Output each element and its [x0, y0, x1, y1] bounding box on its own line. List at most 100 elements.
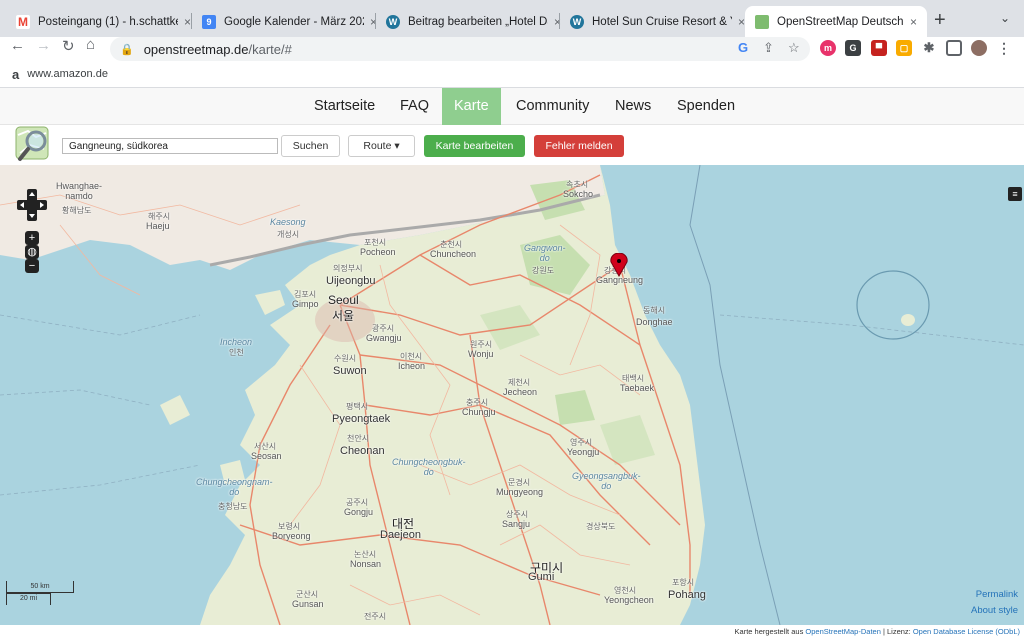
extension-icon[interactable]: G	[845, 40, 861, 56]
layers-icon[interactable]: ≡	[1008, 187, 1022, 201]
home-icon[interactable]: ⌂	[86, 36, 95, 53]
about-style-link[interactable]: About style	[971, 605, 1018, 616]
close-tab-icon[interactable]: ×	[738, 15, 745, 29]
map-label: Taebaek	[620, 383, 655, 393]
tab-title: OpenStreetMap Deutschland	[777, 15, 904, 28]
map-label: 전주시	[364, 612, 387, 621]
map-label: Incheon	[220, 337, 253, 347]
extension-icon[interactable]: m	[820, 40, 836, 56]
site-navigation: Startseite FAQ Karte Community News Spen…	[0, 88, 1024, 125]
map-label: Gumi	[528, 571, 555, 583]
map-view[interactable]: Hwanghae- namdo 황해남도 해주시 Haeju Kaesong 개…	[0, 165, 1024, 625]
map-label: 개성시	[277, 230, 300, 239]
report-error-button[interactable]: Fehler melden	[534, 135, 624, 157]
edit-map-button[interactable]: Karte bearbeiten	[424, 135, 525, 157]
tab-wordpress-1[interactable]: W Beitrag bearbeiten „Hotel Da ×	[376, 6, 571, 37]
map-label: Yeongju	[567, 447, 600, 457]
nav-spenden[interactable]: Spenden	[665, 88, 747, 125]
extension-icon[interactable]: ▀	[871, 40, 887, 56]
search-input[interactable]	[62, 138, 278, 154]
map-label: Gimpo	[292, 299, 319, 309]
nav-karte[interactable]: Karte	[442, 88, 501, 125]
map-label: Yeongcheon	[604, 595, 654, 605]
tab-title: Posteingang (1) - h.schattke	[38, 15, 178, 28]
close-tab-icon[interactable]: ×	[910, 15, 917, 29]
browser-toolbar: ← → ↻ ⌂ 🔒 openstreetmap.de/karte/# G ⇪ ☆…	[0, 36, 1024, 61]
tab-search-icon[interactable]: ⌄	[1000, 11, 1010, 25]
map-label: 수원시	[334, 354, 357, 363]
map-label: Chuncheon	[430, 249, 477, 259]
globe-icon[interactable]: ◍	[25, 245, 39, 259]
forward-icon[interactable]: →	[36, 37, 51, 54]
map-label: Uijeongbu	[326, 275, 376, 287]
map-label: Jecheon	[503, 387, 538, 397]
close-tab-icon[interactable]: ×	[184, 15, 191, 29]
profile-avatar[interactable]	[971, 40, 987, 56]
bookmark-amazon[interactable]: www.amazon.de	[27, 68, 108, 80]
wordpress-icon: W	[570, 14, 584, 29]
map-label: Sangju	[502, 519, 531, 529]
map-label: 평택시	[346, 402, 369, 411]
map-label: Seosan	[251, 451, 282, 461]
location-marker-icon[interactable]	[610, 253, 628, 277]
map-label: 서울	[332, 309, 355, 323]
url-path: /karte/#	[248, 41, 292, 57]
new-tab-button[interactable]: +	[934, 9, 946, 32]
map-label: Hwanghae- namdo	[56, 181, 103, 201]
map-label: 의정부시	[333, 264, 363, 273]
bookmark-star-icon[interactable]: ☆	[788, 40, 800, 56]
tab-wordpress-2[interactable]: W Hotel Sun Cruise Resort & Ya ×	[560, 6, 755, 37]
pan-control[interactable]	[17, 189, 47, 221]
address-bar[interactable]: 🔒 openstreetmap.de/karte/# G ⇪ ☆	[110, 37, 810, 61]
reload-icon[interactable]: ↻	[62, 37, 75, 55]
nav-news[interactable]: News	[603, 88, 663, 125]
lock-icon: 🔒	[120, 43, 134, 56]
map-label: Icheon	[398, 361, 426, 371]
osm-data-link[interactable]: OpenStreetMap-Daten	[805, 627, 880, 636]
map-label: Pocheon	[360, 247, 396, 257]
nav-startseite[interactable]: Startseite	[302, 88, 387, 125]
map-label: Donghae	[636, 317, 673, 327]
amazon-icon: a	[12, 66, 20, 82]
osm-logo[interactable]	[14, 125, 54, 163]
tab-gmail[interactable]: M Posteingang (1) - h.schattke ×	[6, 6, 201, 37]
back-icon[interactable]: ←	[10, 37, 25, 54]
gmail-icon: M	[16, 14, 30, 29]
extension-icon[interactable]: ▢	[896, 40, 912, 56]
google-translate-icon[interactable]: G	[738, 40, 748, 55]
nav-faq[interactable]: FAQ	[388, 88, 441, 125]
license-link[interactable]: Open Database License (ODbL)	[913, 627, 1020, 636]
map-label: Gunsan	[292, 599, 324, 609]
map-label: Gwangju	[366, 333, 402, 343]
map-label: Nonsan	[350, 559, 382, 569]
tab-openstreetmap[interactable]: OpenStreetMap Deutschland ×	[745, 6, 927, 37]
permalink-link[interactable]: Permalink	[976, 589, 1018, 600]
share-icon[interactable]: ⇪	[763, 40, 774, 56]
map-label: 강원도	[532, 266, 555, 275]
osm-icon	[755, 14, 769, 29]
map-label: Chungcheongnam- do	[196, 477, 273, 497]
tab-title: Google Kalender - März 2023	[224, 15, 364, 28]
zoom-in-button[interactable]: +	[25, 231, 39, 245]
extensions-puzzle-icon[interactable]: ✱	[921, 40, 937, 56]
zoom-out-button[interactable]: −	[25, 259, 39, 273]
map-label: Mungyeong	[496, 487, 544, 497]
map-label: Seoul	[328, 293, 359, 307]
map-attribution: Karte hergestellt aus OpenStreetMap-Date…	[0, 625, 1024, 640]
map-label: Chungju	[462, 407, 496, 417]
browser-menu-icon[interactable]: ⋮	[996, 40, 1012, 56]
route-button[interactable]: Route ▾	[348, 135, 415, 157]
map-label: Kaesong	[270, 217, 306, 227]
map-label: Sokcho	[563, 189, 594, 199]
tab-calendar[interactable]: 9 Google Kalender - März 2023 ×	[192, 6, 387, 37]
scale-bar: 50 km 20 mi	[6, 581, 76, 611]
map-label: 충청남도	[218, 502, 248, 511]
scale-km: 50 km	[6, 581, 74, 593]
nav-community[interactable]: Community	[504, 88, 601, 125]
calendar-icon: 9	[202, 14, 216, 29]
search-button[interactable]: Suchen	[281, 135, 340, 157]
map-label: Gyeongsangbuk- do	[572, 471, 641, 491]
side-panel-icon[interactable]	[946, 40, 962, 56]
map-label: Suwon	[333, 365, 367, 377]
attribution-text: | Lizenz:	[880, 627, 913, 636]
